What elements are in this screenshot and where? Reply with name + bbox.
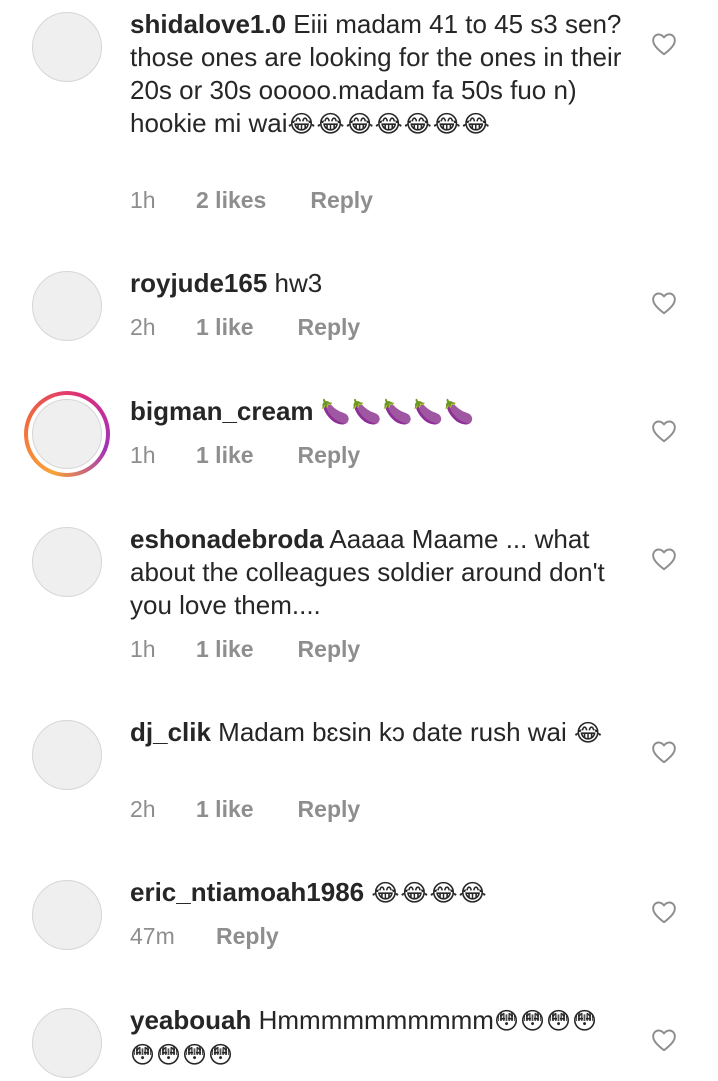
comment-username[interactable]: shidalove1.0 — [130, 9, 286, 39]
comment-emoji: 🍆🍆🍆🍆🍆 — [320, 398, 476, 426]
reply-button[interactable]: Reply — [298, 794, 361, 824]
comment-text: Madam bɛsin kɔ date rush wai — [210, 717, 567, 747]
comment-time: 1h — [130, 187, 156, 213]
comment-meta: 2h 1 like Reply — [130, 312, 360, 342]
comment-body: eshonadebroda Aaaaa Maame ... what about… — [130, 523, 620, 622]
avatar[interactable] — [32, 880, 102, 950]
comment-body: yeabouah Hmmmmmmmmmm😳😳😳😳😳😳😳😳 — [130, 1004, 620, 1072]
comment-likes[interactable]: 1 like — [196, 440, 254, 470]
comment-body: shidalove1.0 Eiii madam 41 to 45 s3 sen?… — [130, 8, 630, 141]
comment-likes[interactable]: 1 like — [196, 794, 254, 824]
comment-body: royjude165 hw3 — [130, 267, 630, 300]
comment-emoji: 😂 — [574, 719, 604, 747]
avatar — [32, 399, 102, 469]
comment-username[interactable]: eric_ntiamoah1986 — [130, 877, 364, 907]
avatar[interactable] — [32, 527, 102, 597]
comment-likes[interactable]: 1 like — [196, 312, 254, 342]
avatar[interactable] — [32, 720, 102, 790]
comment-username[interactable]: dj_clik — [130, 717, 211, 747]
avatar-story-ring[interactable] — [24, 391, 110, 477]
comment-text: hw3 — [267, 268, 323, 298]
heart-outline-icon[interactable] — [651, 291, 677, 315]
comment-username[interactable]: bigman_cream — [130, 396, 314, 426]
heart-outline-icon[interactable] — [651, 419, 677, 443]
comment-username[interactable]: eshonadebroda — [130, 524, 324, 554]
heart-outline-icon[interactable] — [651, 900, 677, 924]
comment-text — [314, 396, 321, 426]
comment-body: bigman_cream 🍆🍆🍆🍆🍆 — [130, 395, 630, 429]
heart-outline-icon[interactable] — [651, 32, 677, 56]
heart-outline-icon[interactable] — [651, 1028, 677, 1052]
comment-time: 1h — [130, 442, 156, 468]
heart-outline-icon[interactable] — [651, 547, 677, 571]
comment-time: 47m — [130, 923, 175, 949]
comment-meta: 2h 1 like Reply — [130, 794, 360, 824]
comment-text: Hmmmmmmmmmm — [251, 1005, 494, 1035]
comment-time: 2h — [130, 796, 156, 822]
comment-likes[interactable]: 2 likes — [196, 185, 266, 215]
comment-username[interactable]: royjude165 — [130, 268, 267, 298]
comment-username[interactable]: yeabouah — [130, 1005, 251, 1035]
avatar[interactable] — [32, 1008, 102, 1078]
reply-button[interactable]: Reply — [298, 634, 361, 664]
comment-likes[interactable]: 1 like — [196, 634, 254, 664]
reply-button[interactable]: Reply — [310, 185, 373, 215]
comment-time: 2h — [130, 314, 156, 340]
comment-emoji: 😂😂😂😂 — [371, 879, 488, 907]
comment-meta: 47m Reply — [130, 921, 279, 951]
comment-body: dj_clik Madam bɛsin kɔ date rush wai 😂 — [130, 716, 620, 750]
comment-meta: 1h 1 like Reply — [130, 440, 360, 470]
avatar[interactable] — [32, 271, 102, 341]
comment-emoji: 😂😂😂😂😂😂😂 — [287, 110, 491, 138]
comments-list: shidalove1.0 Eiii madam 41 to 45 s3 sen?… — [0, 0, 718, 1081]
reply-button[interactable]: Reply — [216, 921, 279, 951]
heart-outline-icon[interactable] — [651, 740, 677, 764]
comment-body: eric_ntiamoah1986 😂😂😂😂 — [130, 876, 630, 910]
reply-button[interactable]: Reply — [298, 312, 361, 342]
reply-button[interactable]: Reply — [298, 440, 361, 470]
avatar[interactable] — [32, 12, 102, 82]
comment-time: 1h — [130, 636, 156, 662]
comment-meta: 1h 2 likes Reply — [130, 185, 373, 215]
comment-meta: 1h 1 like Reply — [130, 634, 360, 664]
